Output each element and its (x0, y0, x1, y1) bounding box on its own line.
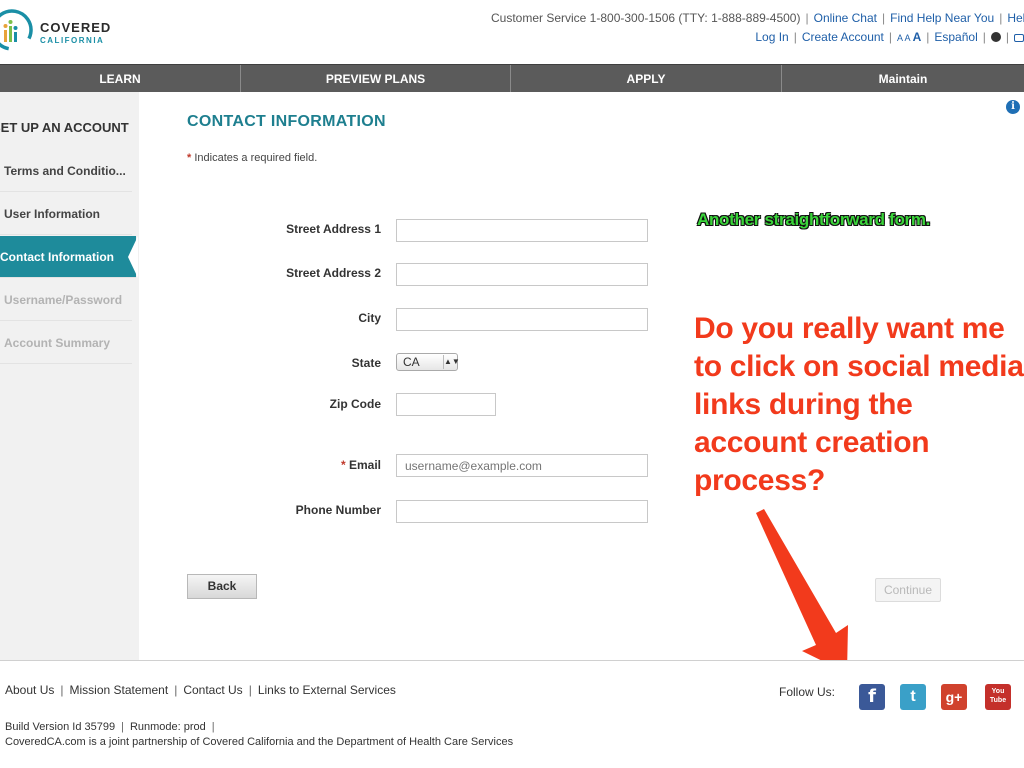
sidebar-item-username-password: Username/Password (0, 279, 132, 321)
create-account-link[interactable]: Create Account (802, 30, 884, 44)
state-select[interactable]: CA ▲▼ (396, 353, 460, 371)
covered-california-logo[interactable]: COVERED CALIFORNIA (0, 8, 120, 52)
espanol-link[interactable]: Español (934, 30, 977, 44)
select-arrows-icon: ▲▼ (443, 355, 460, 369)
logo-mark-icon (0, 9, 33, 51)
nav-maintain[interactable]: Maintain (782, 65, 1024, 93)
footer-links: About Us | Mission Statement | Contact Us | Li… (5, 683, 396, 697)
build-info: Build Version Id 35799 | Runmode: prod | (5, 721, 215, 733)
continue-button[interactable]: Continue (875, 578, 941, 602)
sidebar-item-contact-information[interactable]: Contact Information (0, 236, 136, 278)
partnership-text: CoveredCA.com is a joint partnership of … (5, 736, 514, 748)
zip-code-input[interactable] (396, 393, 496, 416)
annotation-red-note: Do you really want me to click on social… (694, 312, 1024, 497)
annotation-arrow-icon (756, 509, 848, 673)
info-icon[interactable]: i (1006, 100, 1020, 114)
follow-us-label: Follow Us: (779, 685, 836, 699)
login-link[interactable]: Log In (755, 30, 788, 44)
street-address-1-label: Street Address 1 (286, 222, 381, 236)
footer-link-contact-us[interactable]: Contact Us (183, 683, 242, 697)
print-icon[interactable] (1014, 34, 1024, 42)
phone-number-label: Phone Number (295, 503, 381, 517)
footer-link-mission-statement[interactable]: Mission Statement (69, 683, 168, 697)
text-size-control[interactable]: A A A (897, 30, 921, 44)
footer-link-about-us[interactable]: About Us (5, 683, 54, 697)
state-label: State (351, 356, 381, 370)
street-address-2-label: Street Address 2 (286, 266, 381, 280)
online-chat-link[interactable]: Online Chat (814, 11, 877, 25)
sidebar-item-account-summary: Account Summary (0, 322, 132, 364)
sidebar-item-user-information[interactable]: User Information (0, 193, 132, 235)
street-address-1-input[interactable] (396, 219, 648, 242)
required-field-note: * Indicates a required field. (187, 152, 318, 164)
required-star: * (187, 152, 192, 164)
city-input[interactable] (396, 308, 648, 331)
sidebar-title: SET UP AN ACCOUNT (0, 120, 129, 135)
logo-text-california: CALIFORNIA (40, 36, 105, 45)
site-footer: About Us | Mission Statement | Contact Us | Li… (0, 660, 1024, 768)
email-input[interactable] (396, 454, 648, 477)
utility-bar-top: Customer Service 1-800-300-1506 (TTY: 1-… (491, 11, 1024, 25)
main-nav: LEARN PREVIEW PLANS APPLY Maintain (0, 64, 1024, 93)
footer-link-external-services[interactable]: Links to External Services (258, 683, 396, 697)
customer-service-text: Customer Service 1-800-300-1506 (TTY: 1-… (490, 11, 801, 25)
facebook-icon[interactable]: f (859, 684, 885, 710)
state-selected-value: CA (403, 355, 420, 369)
nav-apply[interactable]: APPLY (511, 65, 782, 93)
page-title: CONTACT INFORMATION (187, 113, 386, 130)
site-header: COVERED CALIFORNIA Customer Service 1-80… (0, 0, 1024, 64)
google-plus-icon[interactable]: g+ (941, 684, 967, 710)
phone-number-input[interactable] (396, 500, 648, 523)
active-step-arrow (128, 236, 138, 278)
annotation-green-note: Another straightforward form. (697, 210, 931, 229)
utility-bar-bottom: Log In | Create Account | A A A | Español | | (755, 30, 1024, 44)
logo-text-covered: COVERED (40, 20, 112, 35)
zip-code-label: Zip Code (329, 397, 381, 411)
back-button[interactable]: Back (187, 574, 257, 599)
email-label: * Email (340, 458, 381, 472)
twitter-icon[interactable]: t (900, 684, 926, 710)
street-address-2-input[interactable] (396, 263, 648, 286)
nav-preview-plans[interactable]: PREVIEW PLANS (241, 65, 511, 93)
nav-learn[interactable]: LEARN (0, 65, 241, 93)
city-label: City (358, 311, 381, 325)
account-setup-sidebar: SET UP AN ACCOUNT Terms and Conditio... … (0, 92, 139, 660)
globe-icon[interactable] (990, 32, 1001, 42)
find-help-link[interactable]: Find Help Near You (890, 11, 994, 25)
help-link[interactable]: Help (1007, 11, 1024, 25)
youtube-icon[interactable]: You Tube (985, 684, 1011, 710)
sidebar-item-terms[interactable]: Terms and Conditio... (0, 150, 132, 192)
